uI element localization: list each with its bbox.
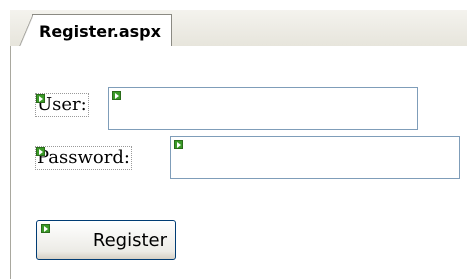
server-control-marker-icon	[41, 224, 50, 233]
document-tab-strip: Register.aspx	[10, 10, 467, 47]
user-textbox[interactable]	[108, 87, 418, 130]
server-control-marker-icon	[36, 94, 45, 103]
tab-label: Register.aspx	[39, 21, 161, 41]
register-button-label: Register	[92, 229, 167, 251]
password-label: Password:	[35, 146, 132, 170]
design-surface: User: Password: Register	[10, 46, 467, 279]
server-control-marker-icon	[112, 91, 121, 100]
password-textbox[interactable]	[170, 136, 460, 179]
tab-register-aspx[interactable]: Register.aspx	[19, 14, 172, 47]
register-button[interactable]: Register	[36, 220, 176, 260]
server-control-marker-icon	[36, 147, 45, 156]
server-control-marker-icon	[174, 140, 183, 149]
